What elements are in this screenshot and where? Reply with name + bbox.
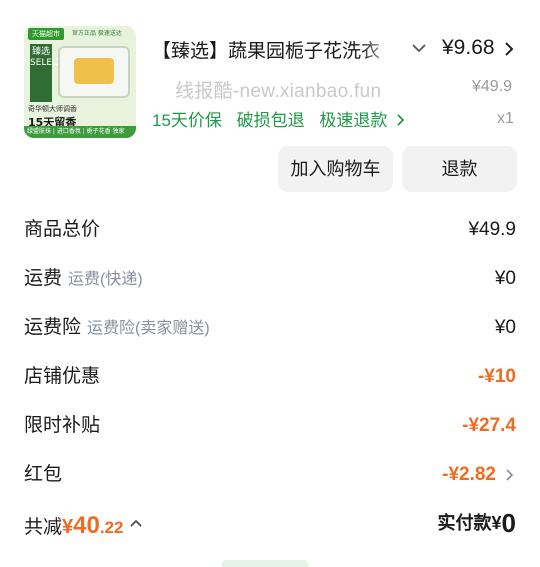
red-packet-label: 红包 — [24, 464, 63, 485]
store-discount-value: -¥10 — [477, 366, 516, 387]
product-price: ¥9.68 — [442, 36, 495, 59]
brand-logo: 臻选SELECT — [30, 44, 64, 102]
shipping-insurance-label-text: 运费险 — [24, 317, 82, 338]
shipping-row: 运费 运费(快递) ¥0 — [0, 264, 540, 294]
quantity: x1 — [497, 110, 514, 127]
total-saved[interactable]: 共减¥40.22 — [24, 512, 143, 540]
original-price: ¥49.9 — [472, 78, 513, 95]
chevron-down-icon[interactable] — [409, 38, 429, 58]
red-packet-row[interactable]: 红包 -¥2.82 — [0, 460, 540, 490]
amount-paid: 实付款¥0 — [438, 508, 516, 539]
chevron-up-icon[interactable] — [129, 517, 143, 529]
amount-paid-label: 实付款 — [437, 513, 492, 533]
store-discount-row: 店铺优惠 -¥10 — [0, 362, 540, 392]
shipping-insurance-row: 运费险 运费险(卖家赠送) ¥0 — [0, 313, 540, 343]
store-discount-label: 店铺优惠 — [24, 366, 101, 387]
thumbnail-bottom-bar: 绿盟肤抹 | 进口香氛 | 栀子花香 独家 — [24, 126, 136, 138]
bottom-green-tab — [222, 560, 308, 567]
limited-subsidy-row: 限时补贴 -¥27.4 — [0, 411, 540, 441]
service-guarantees[interactable]: 15天价保 破损包退 极速退款 — [152, 106, 406, 131]
goods-total-value: ¥49.9 — [468, 219, 516, 240]
shipping-insurance-value: ¥0 — [494, 317, 516, 338]
amount-paid-currency: ¥ — [491, 513, 502, 533]
shipping-label: 运费 运费(快递) — [24, 264, 143, 295]
total-saved-currency: ¥ — [62, 516, 74, 538]
refund-button[interactable]: 退款 — [402, 146, 517, 192]
limited-subsidy-value: -¥27.4 — [462, 415, 516, 436]
total-saved-decimal: .22 — [99, 518, 124, 537]
thumbnail-tag-secondary: 官方正品 极速送达 — [72, 30, 122, 37]
shipping-label-text: 运费 — [24, 268, 63, 289]
limited-subsidy-label: 限时补贴 — [24, 415, 101, 436]
title-fade — [360, 32, 400, 62]
thumbnail-line1: 奇华顿大师调香 — [28, 105, 77, 113]
goods-total-label: 商品总价 — [24, 219, 101, 240]
add-to-cart-button[interactable]: 加入购物车 — [278, 146, 393, 192]
red-packet-value: -¥2.82 — [442, 464, 496, 485]
chevron-right-icon[interactable] — [503, 41, 515, 57]
shipping-insurance-label: 运费险 运费险(卖家赠送) — [24, 313, 210, 344]
total-saved-integer: 40 — [73, 512, 100, 539]
tmall-supermarket-tag: 天猫超市 — [28, 28, 64, 40]
total-saved-label: 共减 — [24, 517, 63, 538]
service-price-protection: 15天价保 — [152, 111, 222, 130]
chevron-right-icon[interactable] — [504, 467, 516, 483]
shipping-insurance-sub-label: 运费险(卖家赠送) — [87, 320, 210, 337]
service-damage-refund: 破损包退 — [236, 111, 305, 130]
goods-total-row: 商品总价 ¥49.9 — [0, 215, 540, 245]
product-thumbnail[interactable]: 天猫超市 官方正品 极速送达 臻选SELECT 奇华顿大师调香 15天留香 绿盟… — [24, 26, 136, 138]
amount-paid-value: 0 — [501, 508, 516, 538]
service-fast-refund: 极速退款 — [319, 111, 388, 130]
watermark-text: 线报酷-new.xianbao.fun — [175, 81, 382, 102]
shipping-sub-label: 运费(快递) — [68, 271, 143, 288]
chevron-right-icon — [397, 114, 405, 126]
shipping-value: ¥0 — [494, 268, 516, 289]
product-box-image — [58, 46, 130, 98]
product-card[interactable]: 天猫超市 官方正品 极速送达 臻选SELECT 奇华顿大师调香 15天留香 绿盟… — [0, 0, 540, 145]
